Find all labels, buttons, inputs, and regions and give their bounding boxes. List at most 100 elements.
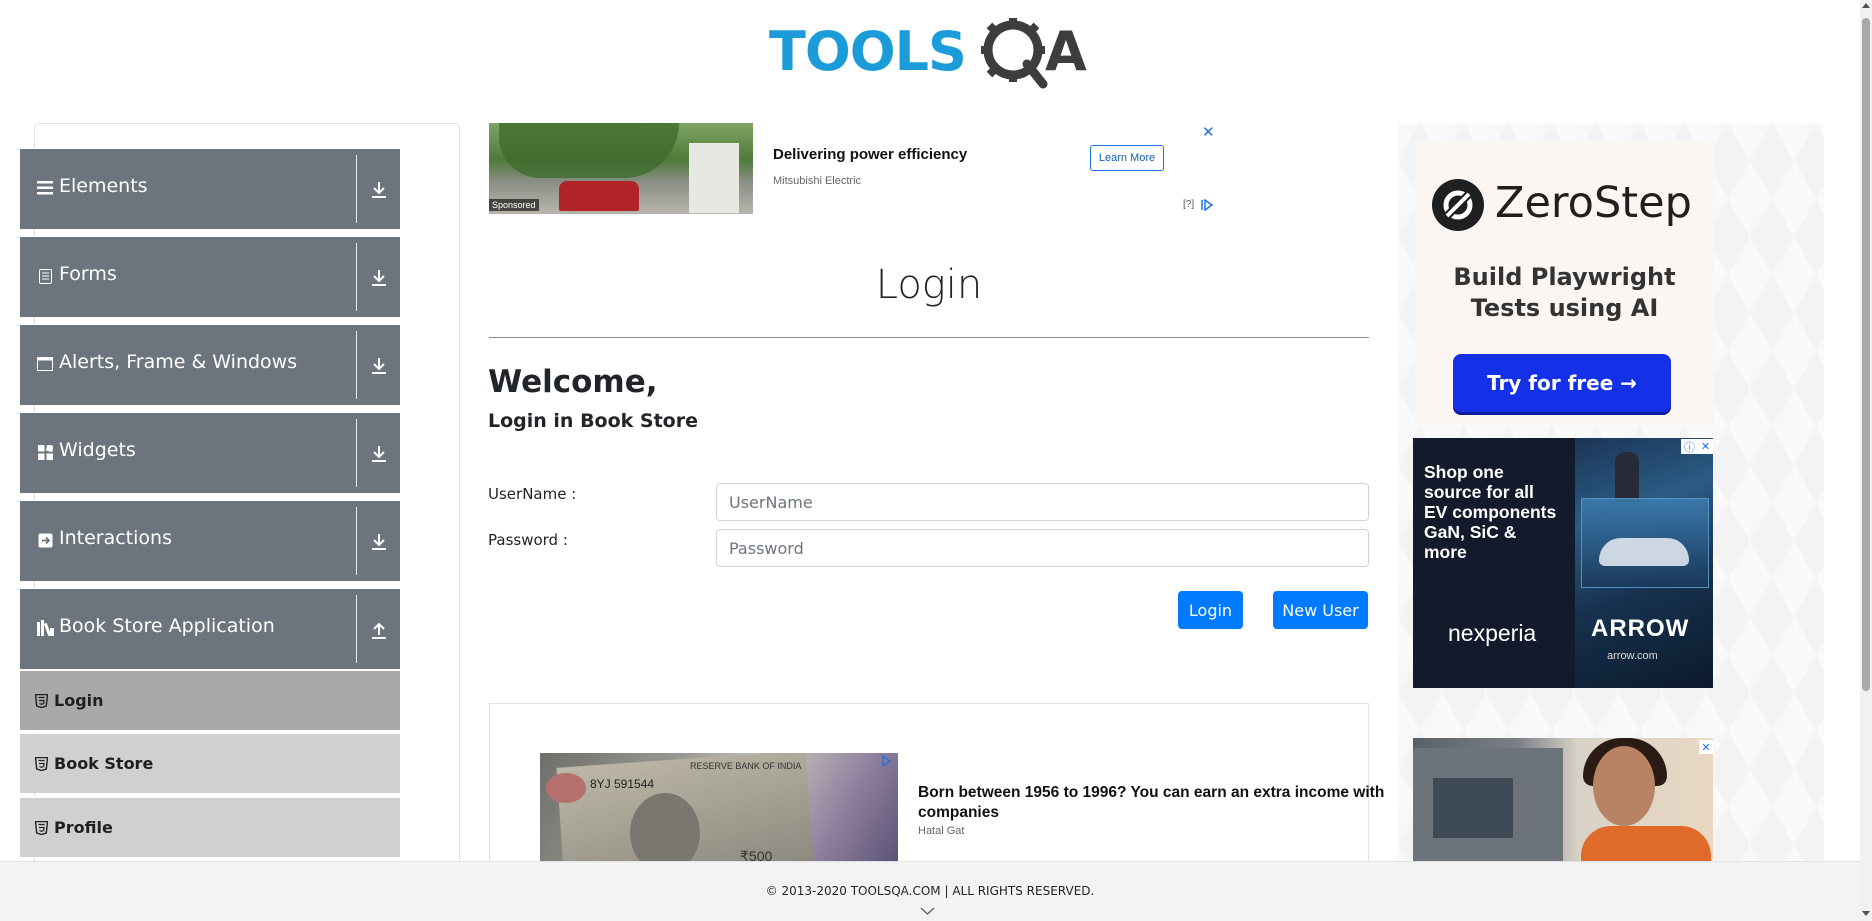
arrow-brand: ARROW [1591,615,1690,642]
scroll-up-arrow-icon[interactable] [1862,3,1870,8]
download-arrow-icon[interactable] [369,266,389,288]
divider [356,155,357,223]
banknote-text: RESERVE BANK OF INDIA [690,761,802,771]
sidebar-item-label: Profile [54,818,113,837]
html5-icon [35,694,48,708]
sidebar-group-alerts-frame-windows[interactable]: Alerts, Frame & Windows [20,325,400,405]
ad-close-icon[interactable]: ✕ [1701,440,1710,453]
zerostep-logo-icon [1432,179,1484,231]
sidebar-item-profile[interactable]: Profile [20,796,400,857]
ad-copy-line: more [1424,542,1467,562]
sidebar-group-forms[interactable]: Forms [20,237,400,317]
scroll-down-arrow-icon[interactable] [1862,911,1870,916]
upload-arrow-icon[interactable] [369,618,389,640]
divider [356,507,357,575]
sidebar-group-label: Widgets [59,439,136,461]
ad-info-link[interactable]: [?] [1183,199,1194,210]
username-input[interactable] [716,483,1369,521]
login-button[interactable]: Login [1178,591,1243,629]
download-arrow-icon[interactable] [369,530,389,552]
ad-photo[interactable]: Sponsored [489,123,753,214]
scrollbar-thumb[interactable] [1862,18,1870,691]
ad-headline[interactable]: Delivering power efficiency [773,146,967,163]
new-user-button[interactable]: New User [1273,591,1368,629]
books-icon [36,619,54,637]
page-footer: © 2013-2020 TOOLSQA.COM | ALL RIGHTS RES… [0,861,1860,921]
sidebar-group-label: Interactions [59,527,172,549]
ad-controls[interactable]: ⓘ ✕ [1681,439,1713,454]
banknote-portrait [630,793,700,863]
divider [356,595,357,663]
ad-advertiser[interactable]: Hatal Gat [918,825,964,837]
sidebar-group-label: Book Store Application [59,615,275,637]
ad-copy-line: source for all [1424,482,1534,502]
ad-copy-line: Shop one [1424,462,1504,482]
ad-photo-banknote[interactable]: RESERVE BANK OF INDIA 8YJ 591544 ₹500 [540,753,898,863]
sidebar-group-book-store-application[interactable]: Book Store Application [20,589,400,669]
gear-magnifier-icon [981,18,1048,89]
vertical-scrollbar[interactable] [1860,0,1872,921]
chevron-down-icon[interactable] [920,906,935,916]
password-input[interactable] [716,529,1369,567]
nexperia-brand: nexperia [1448,620,1537,646]
sidebar-group-label: Alerts, Frame & Windows [59,351,298,373]
divider [356,331,357,399]
login-subheading: Login in Book Store [488,410,698,432]
zerostep-tagline: Build Playwright Tests using AI [1415,262,1714,324]
logo-qa-text: A [1045,20,1087,83]
ad-photo-car [559,181,639,211]
divider [356,243,357,311]
banknote-serial: 8YJ 591544 [590,777,655,791]
sidebar-group-label: Forms [59,263,117,285]
ad-headline[interactable]: Born between 1956 to 1996? You can earn … [918,783,1438,823]
window-icon [36,355,54,373]
zerostep-ad[interactable]: ZeroStep Build Playwright Tests using AI… [1415,140,1714,425]
ad-copy-line: EV components [1424,502,1557,522]
nexperia-arrow-ad[interactable]: Shop one source for all EV components Ga… [1413,438,1713,688]
document-icon [36,267,54,285]
toolsqa-logo[interactable]: TOOLS A [769,14,1094,92]
sidebar-group-widgets[interactable]: Widgets [20,413,400,493]
photo-face [1593,746,1655,826]
sidebar-group-interactions[interactable]: Interactions [20,501,400,581]
download-arrow-icon[interactable] [369,442,389,464]
interactions-icon [36,531,54,549]
divider [356,419,357,487]
zerostep-brand: ZeroStep [1495,178,1692,228]
tagline-line: Build Playwright [1453,263,1676,291]
title-divider [489,337,1369,338]
photo-car [1599,538,1689,566]
hamburger-icon [36,179,54,197]
adchoices-icon[interactable] [880,755,892,767]
arrow-url: arrow.com [1607,650,1658,662]
page: TOOLS A Elements Forms Alerts, Frame & W… [0,0,1872,921]
learn-more-button[interactable]: Learn More [1090,145,1164,171]
tagline-line: Tests using AI [1470,294,1659,322]
sidebar-item-login[interactable]: Login [20,669,400,730]
sponsored-label: Sponsored [489,199,539,211]
download-arrow-icon[interactable] [369,354,389,376]
welcome-heading: Welcome, [488,364,658,400]
try-for-free-button[interactable]: Try for free → [1453,354,1671,412]
ad-advertiser[interactable]: Mitsubishi Electric [773,175,861,187]
ad-photo-charger [689,143,739,213]
copyright-text: © 2013-2020 TOOLSQA.COM | ALL RIGHTS RES… [765,884,1095,898]
ad-close-icon[interactable]: ✕ [1699,740,1713,754]
sidebar-group-elements[interactable]: Elements [20,149,400,229]
finger-shape [546,773,586,803]
top-banner-ad[interactable]: Sponsored Delivering power efficiency Mi… [489,123,1217,215]
native-ad[interactable]: RESERVE BANK OF INDIA 8YJ 591544 ₹500 Bo… [540,753,1440,863]
ad-info-icon[interactable]: ⓘ [1684,439,1695,455]
logo-tools-text: TOOLS [769,20,966,83]
username-label: UserName : [488,485,577,503]
password-label: Password : [488,531,568,549]
sidebar-group-label: Elements [59,175,148,197]
ad-copy: Shop one source for all EV components Ga… [1424,462,1574,562]
download-arrow-icon[interactable] [369,178,389,200]
ad-close-icon[interactable]: ✕ [1202,123,1215,141]
widgets-icon [36,443,54,461]
adchoices-icon[interactable] [1200,199,1214,211]
sidebar-item-book-store[interactable]: Book Store [20,732,400,793]
photo-person [1615,452,1639,502]
photo-atm-screen [1433,778,1513,838]
